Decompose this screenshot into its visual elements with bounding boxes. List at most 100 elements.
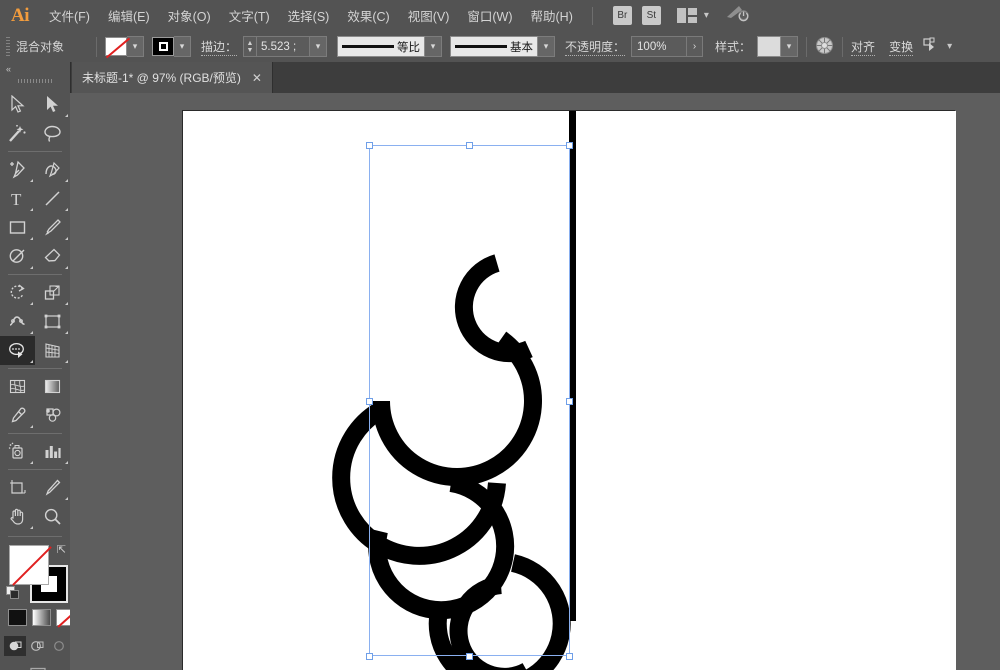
- free-transform-tool[interactable]: [35, 307, 70, 336]
- style-label: 样式：: [715, 38, 751, 55]
- type-tool[interactable]: T: [0, 184, 35, 213]
- graphic-style-chevron-icon[interactable]: ▾: [781, 36, 798, 57]
- default-fill-stroke-icon[interactable]: [6, 586, 20, 600]
- tools-panel-grip[interactable]: [18, 76, 52, 86]
- stroke-profile-control[interactable]: 等比 ▾: [337, 36, 442, 57]
- menu-select[interactable]: 选择(S): [279, 1, 339, 30]
- bridge-badge[interactable]: Br: [613, 6, 632, 25]
- stroke-weight-chevron-icon[interactable]: ▾: [310, 36, 327, 57]
- recolor-artwork-icon[interactable]: [815, 36, 834, 58]
- cb-divider-1: [96, 37, 97, 57]
- symbol-sprayer-tool[interactable]: [0, 437, 35, 466]
- menu-object[interactable]: 对象(O): [159, 1, 220, 30]
- handle-bottom-right[interactable]: [566, 653, 573, 660]
- pen-tool[interactable]: [0, 155, 35, 184]
- isolate-chevron-down-icon[interactable]: ▾: [947, 42, 952, 52]
- menu-edit[interactable]: 编辑(E): [99, 1, 159, 30]
- graphic-style-swatch[interactable]: [757, 36, 781, 57]
- swap-fill-stroke-icon[interactable]: ⇱: [57, 543, 66, 556]
- graphic-style-control[interactable]: ▾: [757, 36, 798, 57]
- artboard[interactable]: [182, 110, 955, 670]
- hand-tool[interactable]: [0, 502, 35, 531]
- opacity-control[interactable]: 100% ›: [631, 36, 703, 57]
- width-tool[interactable]: [0, 307, 35, 336]
- eyedropper-tool[interactable]: [0, 401, 35, 430]
- draw-behind-mode[interactable]: [26, 636, 48, 656]
- zoom-tool[interactable]: [35, 502, 70, 531]
- column-graph-tool[interactable]: [35, 437, 70, 466]
- isolate-selected-object-icon[interactable]: [923, 37, 940, 56]
- stroke-weight-stepper[interactable]: ▲▼: [243, 36, 256, 57]
- menu-help[interactable]: 帮助(H): [522, 1, 582, 30]
- rotate-tool[interactable]: [0, 278, 35, 307]
- fill-control[interactable]: ▾: [105, 36, 144, 57]
- tool-divider-6: [8, 536, 62, 537]
- stroke-control[interactable]: ▾: [152, 36, 191, 57]
- tool-flyout-indicator: [30, 360, 33, 363]
- stroke-weight-label[interactable]: 描边：: [201, 38, 237, 56]
- stroke-swatch[interactable]: [152, 37, 174, 56]
- draw-normal-mode[interactable]: [4, 636, 26, 656]
- fill-color-box[interactable]: [9, 545, 49, 585]
- scale-tool[interactable]: [35, 278, 70, 307]
- stroke-weight-input[interactable]: 5.523 ;: [256, 36, 310, 57]
- curvature-tool[interactable]: [35, 155, 70, 184]
- tool-flyout-indicator: [65, 179, 68, 182]
- brush-definition-preview[interactable]: 基本: [450, 36, 538, 57]
- fill-swatch[interactable]: [105, 37, 127, 56]
- canvas-area[interactable]: [70, 93, 1000, 670]
- rectangle-tool[interactable]: [0, 213, 35, 242]
- handle-middle-left[interactable]: [366, 398, 373, 405]
- opacity-label[interactable]: 不透明度：: [565, 38, 625, 56]
- menu-view[interactable]: 视图(V): [399, 1, 459, 30]
- handle-bottom-left[interactable]: [366, 653, 373, 660]
- chevron-down-icon[interactable]: ▾: [704, 11, 709, 21]
- lasso-tool[interactable]: [35, 119, 70, 148]
- handle-top-right[interactable]: [566, 142, 573, 149]
- handle-top-center[interactable]: [466, 142, 473, 149]
- menu-effect[interactable]: 效果(C): [338, 1, 398, 30]
- arrange-documents-icon[interactable]: [677, 8, 697, 23]
- opacity-expand-icon[interactable]: ›: [687, 36, 703, 57]
- handle-top-left[interactable]: [366, 142, 373, 149]
- brush-definition-chevron-icon[interactable]: ▾: [538, 36, 555, 57]
- align-button[interactable]: 对齐: [851, 38, 875, 56]
- gradient-swatch[interactable]: [32, 609, 51, 626]
- mesh-tool[interactable]: [0, 372, 35, 401]
- stroke-profile-label: 等比: [397, 39, 420, 55]
- stroke-profile-preview[interactable]: 等比: [337, 36, 425, 57]
- draw-inside-mode[interactable]: [48, 636, 70, 656]
- stroke-weight-control[interactable]: ▲▼ 5.523 ; ▾: [243, 36, 327, 57]
- control-bar-grip[interactable]: [6, 37, 10, 57]
- menu-type[interactable]: 文字(T): [220, 1, 279, 30]
- slice-tool[interactable]: [35, 473, 70, 502]
- document-tab[interactable]: 未标题-1* @ 97% (RGB/预览) ✕: [72, 62, 273, 93]
- color-swatch[interactable]: [8, 609, 27, 626]
- tool-flyout-indicator: [65, 331, 68, 334]
- gradient-tool[interactable]: [35, 372, 70, 401]
- creative-cloud-icon[interactable]: [725, 4, 751, 27]
- shaper-tool[interactable]: [0, 242, 35, 271]
- collapse-panel-icon[interactable]: «: [0, 62, 70, 76]
- stroke-dropdown-chevron-icon[interactable]: ▾: [174, 36, 191, 57]
- direct-selection-tool[interactable]: [35, 90, 70, 119]
- selection-tool[interactable]: [0, 90, 35, 119]
- blend-tool[interactable]: [0, 336, 35, 365]
- handle-bottom-center[interactable]: [466, 653, 473, 660]
- artboard-tool[interactable]: [0, 473, 35, 502]
- stroke-profile-chevron-icon[interactable]: ▾: [425, 36, 442, 57]
- close-icon[interactable]: ✕: [252, 72, 262, 84]
- eraser-tool[interactable]: [35, 242, 70, 271]
- handle-middle-right[interactable]: [566, 398, 573, 405]
- menu-file[interactable]: 文件(F): [40, 1, 99, 30]
- blob-brush-tool[interactable]: [35, 401, 70, 430]
- menu-window[interactable]: 窗口(W): [458, 1, 521, 30]
- line-segment-tool[interactable]: [35, 184, 70, 213]
- perspective-grid-tool[interactable]: [35, 336, 70, 365]
- opacity-input[interactable]: 100%: [631, 36, 687, 57]
- brush-definition-control[interactable]: 基本 ▾: [450, 36, 555, 57]
- transform-button[interactable]: 变换: [889, 38, 913, 56]
- magic-wand-tool[interactable]: [0, 119, 35, 148]
- stock-badge[interactable]: St: [642, 6, 661, 25]
- paintbrush-tool[interactable]: [35, 213, 70, 242]
